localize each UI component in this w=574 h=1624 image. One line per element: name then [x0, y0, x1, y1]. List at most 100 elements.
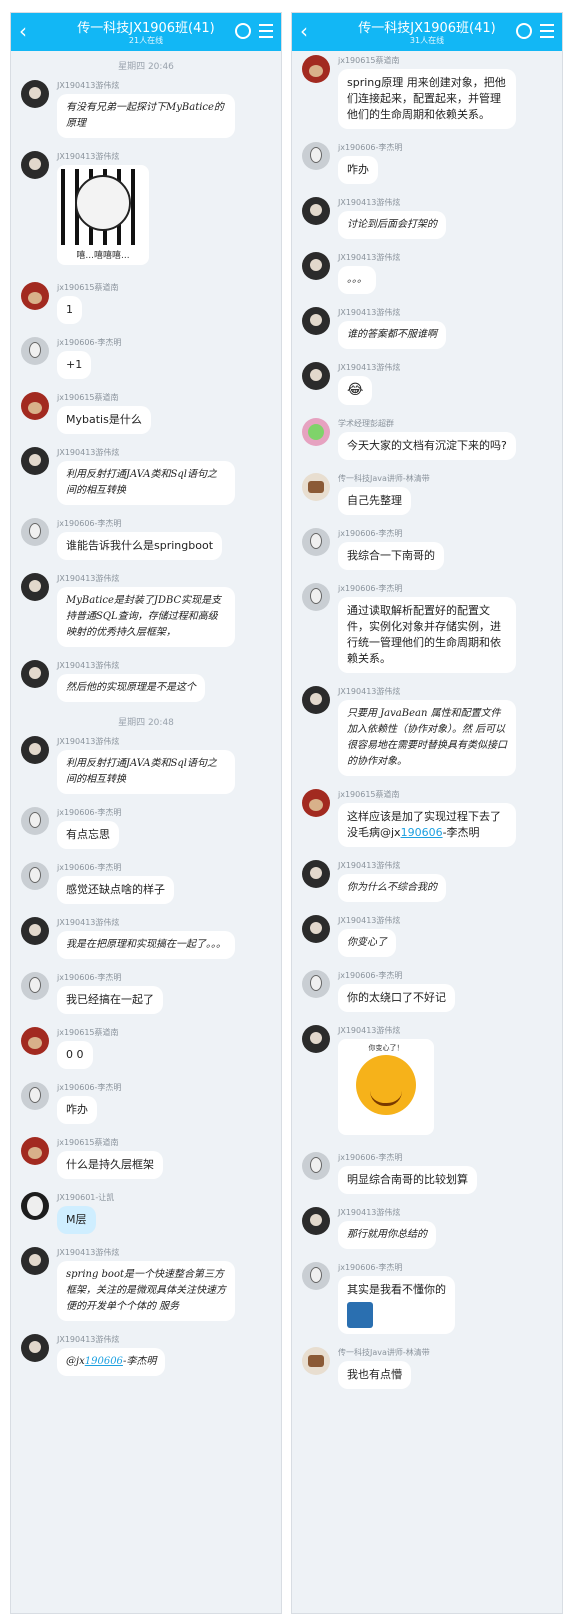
message-bubble[interactable]: MyBatice是封装了JDBC实现是支持普通SQL查询，存储过程和高级映射的优… [57, 587, 235, 647]
message-bubble[interactable]: 😂 [338, 376, 373, 405]
sticker-caption: 你变心了！ [368, 1044, 404, 1052]
message-bubble[interactable]: 明显综合南哥的比较划算 [338, 1166, 477, 1194]
message-bubble[interactable]: 你为什么不综合我的 [338, 874, 446, 902]
message-bubble[interactable]: @jx190606-李杰明 [57, 1348, 166, 1376]
message-row: jx190606-李杰明 咋办 [11, 1082, 281, 1124]
avatar[interactable] [302, 307, 330, 335]
message-bubble[interactable]: 有点忘思 [57, 821, 119, 849]
message-bubble[interactable]: 这样应该是加了实现过程下去了 没毛病@jx190606-李杰明 [338, 803, 516, 847]
message-bubble[interactable]: 只要用 JavaBean 属性和配置文件加入依赖性（协作对象）。然 后可以很容易… [338, 700, 516, 776]
avatar[interactable] [21, 862, 49, 890]
avatar[interactable] [302, 915, 330, 943]
message-bubble[interactable]: 咋办 [338, 156, 378, 184]
avatar[interactable] [21, 518, 49, 546]
avatar[interactable] [302, 418, 330, 446]
message-bubble[interactable]: 利用反射打通JAVA类和Sql语句之间的相互转换 [57, 750, 235, 794]
message-row: jx190615蔡道南 什么是持久层框架 [11, 1137, 281, 1179]
avatar[interactable] [302, 197, 330, 225]
avatar[interactable] [302, 970, 330, 998]
message-row: jx190615蔡道南 这样应该是加了实现过程下去了 没毛病@jx190606-李… [292, 789, 562, 847]
message-bubble[interactable]: +1 [57, 351, 92, 379]
message-bubble[interactable]: spring原理 用来创建对象，把他们连接起来，配置起来，并管理他们的生命周期和… [338, 69, 516, 129]
message-row: JX190413游伟炫 我是在把原理和实现搞在一起了。。。 [11, 917, 281, 959]
sender-name: JX190413游伟炫 [57, 661, 120, 670]
message-bubble[interactable]: 什么是持久层框架 [57, 1151, 163, 1179]
message-bubble[interactable]: 其实是我看不懂你的 [338, 1276, 455, 1334]
avatar[interactable] [21, 1247, 49, 1275]
message-bubble[interactable]: 那行就用你总结的 [338, 1221, 436, 1249]
avatar[interactable] [21, 282, 49, 310]
message-bubble[interactable]: 谁能告诉我什么是springboot [57, 532, 223, 560]
message-bubble[interactable]: 我已经搞在一起了 [57, 986, 163, 1014]
avatar[interactable] [302, 1207, 330, 1235]
message-bubble[interactable]: 我综合一下南哥的 [338, 542, 444, 570]
message-bubble[interactable]: 。。。 [338, 266, 376, 294]
avatar[interactable] [302, 528, 330, 556]
avatar[interactable] [21, 337, 49, 365]
avatar[interactable] [21, 972, 49, 1000]
message-bubble[interactable]: 你的太绕口了不好记 [338, 984, 455, 1012]
message-bubble[interactable]: 我是在把原理和实现搞在一起了。。。 [57, 931, 235, 959]
message-bubble[interactable]: 0 0 [57, 1041, 93, 1069]
message-bubble[interactable]: 然后他的实现原理是不是这个 [57, 674, 205, 702]
message-bubble[interactable]: 咋办 [57, 1096, 97, 1124]
avatar[interactable] [21, 1027, 49, 1055]
message-list[interactable]: 星期四 20:46 JX190413游伟炫 有没有兄弟一起探讨下MyBatice的原… [11, 51, 281, 1376]
sticker-image[interactable]: 嘻...嘻嘻嘻... [57, 165, 149, 265]
avatar[interactable] [21, 80, 49, 108]
avatar[interactable] [302, 583, 330, 611]
message-bubble[interactable]: 我也有点懵 [338, 1361, 411, 1389]
avatar[interactable] [21, 660, 49, 688]
image-thumbnail[interactable] [347, 1302, 373, 1328]
avatar[interactable] [21, 807, 49, 835]
message-bubble[interactable]: 利用反射打通JAVA类和Sql语句之间的相互转换 [57, 461, 235, 505]
message-bubble[interactable]: 通过读取解析配置好的配置文件，实例化对象并存储实例，进行统一管理他们的生命周期和… [338, 597, 516, 673]
avatar[interactable] [21, 1192, 49, 1220]
avatar[interactable] [302, 1262, 330, 1290]
message-bubble[interactable]: 自己先整理 [338, 487, 411, 515]
avatar[interactable] [302, 252, 330, 280]
message-bubble[interactable]: 1 [57, 296, 82, 324]
avatar[interactable] [302, 1347, 330, 1375]
group-profile-icon[interactable] [516, 23, 532, 39]
message-text: 明显综合南哥的比较划算 [347, 1173, 468, 1186]
avatar[interactable] [21, 1137, 49, 1165]
avatar[interactable] [302, 55, 330, 83]
avatar[interactable] [302, 473, 330, 501]
avatar[interactable] [302, 686, 330, 714]
avatar[interactable] [302, 860, 330, 888]
sticker-image[interactable]: 你变心了！ [338, 1039, 434, 1135]
message-row: jx190606-李杰明 感觉还缺点啥的样子 [11, 862, 281, 904]
message-bubble[interactable]: Mybatis是什么 [57, 406, 151, 434]
mention-link[interactable]: 190606 [85, 1356, 123, 1367]
message-list[interactable]: jx190615蔡道南 spring原理 用来创建对象，把他们连接起来，配置起来，… [292, 51, 562, 1389]
message-bubble[interactable]: M层 [57, 1206, 96, 1234]
avatar[interactable] [302, 789, 330, 817]
avatar[interactable] [21, 151, 49, 179]
message-bubble[interactable]: 今天大家的文档有沉淀下来的吗? [338, 432, 516, 460]
mention-link[interactable]: 190606 [401, 826, 443, 839]
avatar[interactable] [21, 392, 49, 420]
avatar[interactable] [21, 1082, 49, 1110]
avatar[interactable] [302, 1025, 330, 1053]
message-row: 传一科技Java讲师-林清带 我也有点懵 [292, 1347, 562, 1389]
avatar[interactable] [302, 142, 330, 170]
avatar[interactable] [302, 1152, 330, 1180]
message-bubble[interactable]: spring boot是一个快速整合第三方框架，关注的是微观具体关注快速方便的开… [57, 1261, 235, 1321]
avatar[interactable] [302, 362, 330, 390]
group-profile-icon[interactable] [235, 23, 251, 39]
message-bubble[interactable]: 感觉还缺点啥的样子 [57, 876, 174, 904]
avatar[interactable] [21, 573, 49, 601]
menu-icon[interactable] [540, 24, 554, 42]
message-text: @jx [66, 1356, 85, 1367]
message-bubble[interactable]: 讨论到后面会打架的 [338, 211, 446, 239]
avatar[interactable] [21, 736, 49, 764]
avatar[interactable] [21, 1334, 49, 1362]
message-bubble[interactable]: 谁的答案都不服谁啊 [338, 321, 446, 349]
avatar[interactable] [21, 917, 49, 945]
message-bubble[interactable]: 你变心了 [338, 929, 396, 957]
message-bubble[interactable]: 有没有兄弟一起探讨下MyBatice的原理 [57, 94, 235, 138]
menu-icon[interactable] [259, 24, 273, 42]
message-row: JX190413游伟炫 MyBatice是封装了JDBC实现是支持普通SQL查询，… [11, 573, 281, 647]
avatar[interactable] [21, 447, 49, 475]
